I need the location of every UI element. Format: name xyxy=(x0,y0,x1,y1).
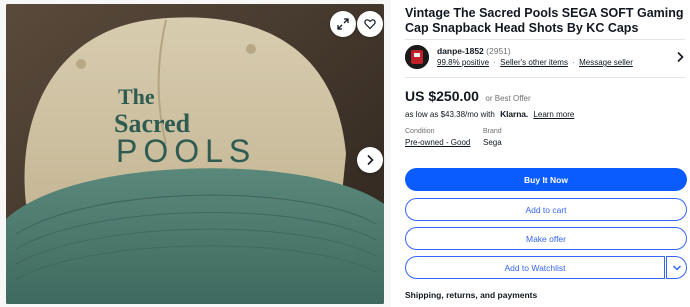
product-photo[interactable]: The Sacred POOLS xyxy=(6,4,384,304)
best-offer-note: or Best Offer xyxy=(485,94,531,103)
chevron-down-icon xyxy=(672,264,681,271)
financing-text: as low as $43.38/mo with xyxy=(405,110,495,119)
message-seller-link[interactable]: Message seller xyxy=(579,58,633,67)
add-to-favorites-button[interactable] xyxy=(357,11,383,37)
seller-links: 99.8% positive · Seller's other items · … xyxy=(437,58,633,67)
condition-spec: Condition Pre-owned - Good xyxy=(405,128,470,147)
divider xyxy=(405,39,685,40)
next-image-button[interactable] xyxy=(357,147,383,173)
seller-feedback-count: (2951) xyxy=(486,46,511,56)
condition-label: Condition xyxy=(405,128,435,135)
seller-positive-link[interactable]: 99.8% positive xyxy=(437,58,489,67)
embroidery-line3: POOLS xyxy=(116,133,256,169)
klarna-logo: Klarna. xyxy=(500,109,529,119)
brand-label: Brand xyxy=(483,128,502,135)
add-to-cart-button[interactable]: Add to cart xyxy=(405,198,687,221)
shipping-returns-heading[interactable]: Shipping, returns, and payments xyxy=(405,290,537,300)
brand-value: Sega xyxy=(483,138,502,147)
seller-card[interactable]: danpe-1852 (2951) 99.8% positive · Selle… xyxy=(405,45,685,71)
condition-value[interactable]: Pre-owned - Good xyxy=(405,138,470,147)
embroidery-line1: The xyxy=(118,84,155,109)
chevron-right-icon xyxy=(367,154,374,166)
seller-other-items-link[interactable]: Seller's other items xyxy=(500,58,568,67)
image-gallery: The Sacred POOLS xyxy=(0,0,391,307)
brand-spec: Brand Sega xyxy=(483,128,502,147)
buy-it-now-button[interactable]: Buy It Now xyxy=(405,168,687,191)
chevron-right-icon[interactable] xyxy=(675,51,685,63)
expand-icon xyxy=(337,18,349,30)
financing-row: as low as $43.38/mo with Klarna. Learn m… xyxy=(405,109,574,119)
cap-illustration: The Sacred POOLS xyxy=(6,4,384,304)
learn-more-link[interactable]: Learn more xyxy=(533,110,574,119)
separator: · xyxy=(572,58,575,67)
price: US $250.00 xyxy=(405,88,479,104)
divider xyxy=(405,77,685,78)
seller-name[interactable]: danpe-1852 xyxy=(437,46,484,56)
price-row: US $250.00 or Best Offer xyxy=(405,88,531,106)
make-offer-button[interactable]: Make offer xyxy=(405,227,687,250)
add-to-watchlist-button[interactable]: Add to Watchlist xyxy=(405,256,665,279)
watchlist-menu-button[interactable] xyxy=(666,256,687,279)
watchlist-control: Add to Watchlist xyxy=(405,256,687,279)
heart-icon xyxy=(364,19,376,30)
expand-image-button[interactable] xyxy=(330,11,356,37)
listing-title: Vintage The Sacred Pools SEGA SOFT Gamin… xyxy=(405,6,684,35)
separator: · xyxy=(493,58,496,67)
seller-avatar[interactable] xyxy=(405,45,429,69)
